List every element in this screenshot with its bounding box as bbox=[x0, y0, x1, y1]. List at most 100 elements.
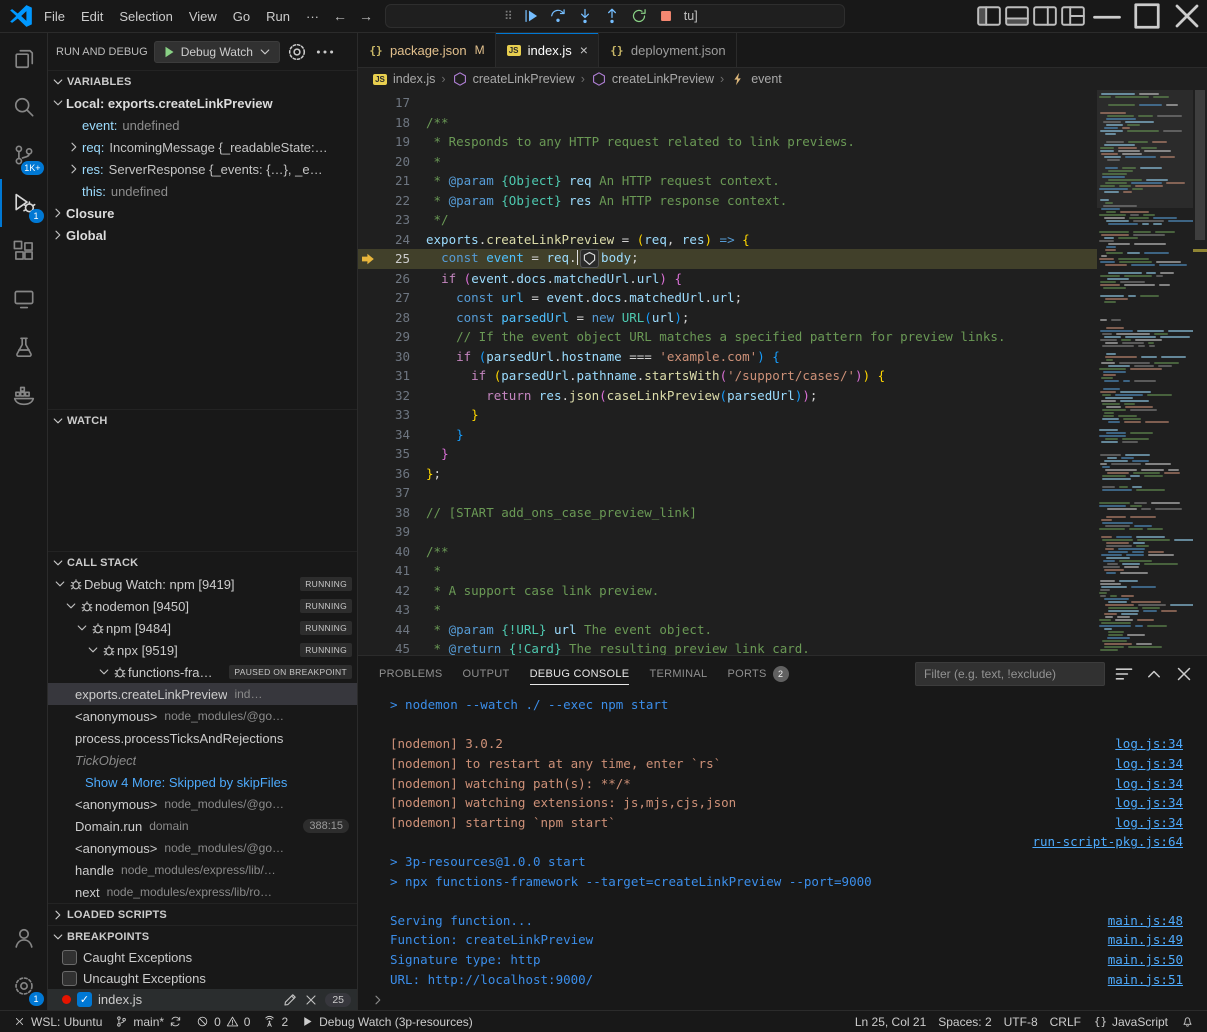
activitybar-item-remote-explorer[interactable] bbox=[0, 275, 48, 323]
panel-tab-output[interactable]: OUTPUT bbox=[454, 656, 519, 691]
step-over-button[interactable] bbox=[549, 7, 567, 25]
checkbox[interactable]: ✓ bbox=[77, 992, 92, 1007]
source-link[interactable]: main.js:51 bbox=[1088, 972, 1183, 987]
code-line[interactable]: 38// [START add_ons_case_preview_link] bbox=[358, 503, 1097, 523]
variable-row[interactable]: req:IncomingMessage {_readableState:… bbox=[48, 136, 357, 158]
step-into-button[interactable] bbox=[576, 7, 594, 25]
layout-sidebar-icon[interactable] bbox=[975, 2, 1003, 30]
code-line[interactable]: 45 * @return {!Card} The resulting previ… bbox=[358, 639, 1097, 655]
variable-row[interactable]: res:ServerResponse {_events: {…}, _e… bbox=[48, 158, 357, 180]
code-line[interactable]: 20 * bbox=[358, 152, 1097, 172]
problems[interactable]: 00 bbox=[189, 1011, 256, 1032]
panel-tab-debug-console[interactable]: DEBUG CONSOLE bbox=[521, 656, 639, 691]
restart-button[interactable] bbox=[630, 7, 648, 25]
console-row[interactable]: > nodemon --watch ./ --exec npm start bbox=[358, 695, 1207, 715]
source-link[interactable]: run-script-pkg.js:64 bbox=[1012, 834, 1183, 849]
close-panel-icon[interactable] bbox=[1173, 663, 1195, 685]
console-filter-input[interactable] bbox=[915, 662, 1105, 686]
code-line[interactable]: 43 * bbox=[358, 600, 1097, 620]
callstack-session[interactable]: functions-fra…PAUSED ON BREAKPOINT bbox=[48, 661, 357, 683]
step-out-button[interactable] bbox=[603, 7, 621, 25]
code-line[interactable]: 30 if (parsedUrl.hostname === 'example.c… bbox=[358, 347, 1097, 367]
breakpoint-option[interactable]: Caught Exceptions bbox=[48, 947, 357, 968]
console-row[interactable]: [nodemon] watching extensions: js,mjs,cj… bbox=[358, 793, 1207, 813]
callstack-frame[interactable]: <anonymous>node_modules/@go… bbox=[48, 705, 357, 727]
debug-console-input[interactable] bbox=[358, 990, 1207, 1010]
indentation[interactable]: Spaces: 2 bbox=[932, 1011, 997, 1032]
source-link[interactable]: main.js:48 bbox=[1088, 913, 1183, 928]
console-row[interactable]: > npx functions-framework --target=creat… bbox=[358, 871, 1207, 891]
code-line[interactable]: 17 bbox=[358, 93, 1097, 113]
console-row[interactable] bbox=[358, 891, 1207, 911]
activitybar-item-containers[interactable] bbox=[0, 371, 48, 419]
breakpoint-option[interactable]: Uncaught Exceptions bbox=[48, 968, 357, 989]
source-link[interactable]: log.js:34 bbox=[1095, 795, 1183, 810]
language-mode[interactable]: {}JavaScript bbox=[1087, 1011, 1174, 1032]
source-link[interactable]: log.js:34 bbox=[1095, 736, 1183, 751]
forward-icon[interactable]: → bbox=[353, 8, 379, 24]
filter-icon[interactable] bbox=[1113, 663, 1135, 685]
breadcrumb-item[interactable]: createLinkPreview bbox=[452, 71, 575, 87]
gear-icon[interactable] bbox=[286, 41, 308, 63]
menu-selection[interactable]: Selection bbox=[111, 5, 180, 28]
code-line[interactable]: 31 if (parsedUrl.pathname.startsWith('/s… bbox=[358, 366, 1097, 386]
minimize-button[interactable] bbox=[1087, 0, 1127, 32]
close-icon[interactable] bbox=[303, 992, 319, 1008]
code-line[interactable]: 19 * Responds to any HTTP request relate… bbox=[358, 132, 1097, 152]
source-link[interactable]: main.js:50 bbox=[1088, 952, 1183, 967]
menu-file[interactable]: File bbox=[36, 5, 73, 28]
code-line[interactable]: 36}; bbox=[358, 464, 1097, 484]
cursor-position[interactable]: Ln 25, Col 21 bbox=[849, 1011, 932, 1032]
console-row[interactable]: Serving function...main.js:48 bbox=[358, 911, 1207, 931]
console-row[interactable]: > 3p-resources@1.0.0 start bbox=[358, 852, 1207, 872]
source-link[interactable]: main.js:49 bbox=[1088, 932, 1183, 947]
code-line[interactable]: 23 */ bbox=[358, 210, 1097, 230]
section-header-variables[interactable]: VARIABLES bbox=[48, 70, 357, 92]
tab-deployment-json[interactable]: {}deployment.json bbox=[599, 33, 737, 67]
layout-panel-icon[interactable] bbox=[1003, 2, 1031, 30]
section-header-loaded-scripts[interactable]: LOADED SCRIPTS bbox=[48, 903, 357, 925]
callstack-session[interactable]: nodemon [9450]RUNNING bbox=[48, 595, 357, 617]
menu-go[interactable]: Go bbox=[225, 5, 258, 28]
code-line[interactable]: 28 const parsedUrl = new URL(url); bbox=[358, 308, 1097, 328]
back-icon[interactable]: ← bbox=[327, 8, 353, 24]
scrollbar-thumb[interactable] bbox=[1195, 90, 1205, 240]
source-link[interactable]: log.js:34 bbox=[1095, 756, 1183, 771]
code-line[interactable]: 37 bbox=[358, 483, 1097, 503]
tab-index-js[interactable]: JSindex.js× bbox=[496, 33, 599, 67]
code-line[interactable]: 41 * bbox=[358, 561, 1097, 581]
section-header-call-stack[interactable]: CALL STACK bbox=[48, 551, 357, 573]
menu-edit[interactable]: Edit bbox=[73, 5, 111, 28]
callstack-frame[interactable]: <anonymous>node_modules/@go… bbox=[48, 793, 357, 815]
debug-status[interactable]: Debug Watch (3p-resources) bbox=[294, 1011, 479, 1032]
layout-customize-icon[interactable] bbox=[1059, 2, 1087, 30]
callstack-session[interactable]: Debug Watch: npm [9419]RUNNING bbox=[48, 573, 357, 595]
activitybar-item-source-control[interactable]: 1K+ bbox=[0, 131, 48, 179]
activitybar-item-search[interactable] bbox=[0, 83, 48, 131]
code-line[interactable]: 32 return res.json(caseLinkPreview(parse… bbox=[358, 386, 1097, 406]
code-line[interactable]: 34 } bbox=[358, 425, 1097, 445]
menu-run[interactable]: Run bbox=[258, 5, 298, 28]
panel-tab-problems[interactable]: PROBLEMS bbox=[370, 656, 452, 691]
breakpoint-entry[interactable]: ✓index.js25 bbox=[48, 989, 357, 1010]
close-button[interactable] bbox=[1167, 0, 1207, 32]
code-editor[interactable]: 1718/**19 * Responds to any HTTP request… bbox=[358, 90, 1207, 655]
code-line[interactable]: 39 bbox=[358, 522, 1097, 542]
console-row[interactable] bbox=[358, 715, 1207, 735]
console-row[interactable]: [nodemon] watching path(s): **/*log.js:3… bbox=[358, 773, 1207, 793]
callstack-frame[interactable]: handlenode_modules/express/lib/… bbox=[48, 859, 357, 881]
activitybar-item-testing[interactable] bbox=[0, 323, 48, 371]
source-link[interactable]: log.js:34 bbox=[1095, 776, 1183, 791]
panel-tab-terminal[interactable]: TERMINAL bbox=[640, 656, 716, 691]
maximize-panel-icon[interactable] bbox=[1143, 663, 1165, 685]
callstack-frame[interactable]: TickObject bbox=[48, 749, 357, 771]
code-line[interactable]: 18/** bbox=[358, 113, 1097, 133]
code-line[interactable]: 24exports.createLinkPreview = (req, res)… bbox=[358, 230, 1097, 250]
breadcrumb[interactable]: JSindex.js›createLinkPreview›createLinkP… bbox=[358, 68, 1207, 90]
checkbox[interactable] bbox=[62, 971, 77, 986]
console-row[interactable]: [nodemon] starting `npm start`log.js:34 bbox=[358, 813, 1207, 833]
callstack-frame[interactable]: exports.createLinkPreviewind… bbox=[48, 683, 357, 705]
breadcrumb-item[interactable]: createLinkPreview bbox=[591, 71, 714, 87]
callstack-frame[interactable]: Domain.rundomain388:15 bbox=[48, 815, 357, 837]
console-row[interactable]: run-script-pkg.js:64 bbox=[358, 832, 1207, 852]
